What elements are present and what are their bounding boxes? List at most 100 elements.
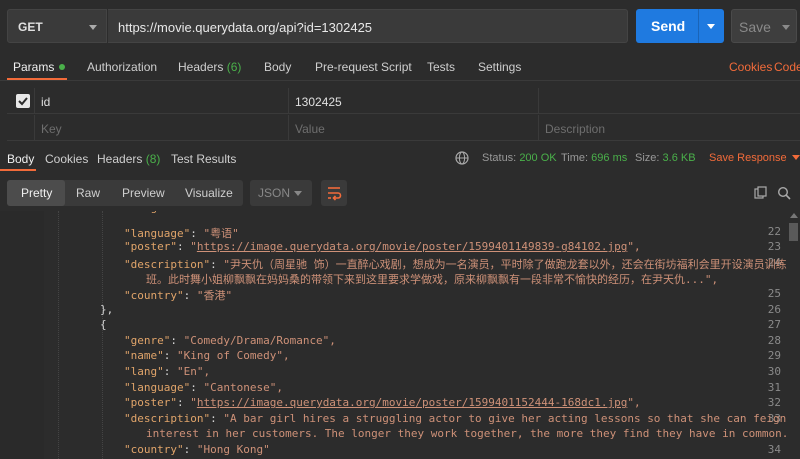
language-select[interactable]: JSON bbox=[250, 180, 312, 206]
punctuation: ", bbox=[627, 396, 641, 410]
format-toolbar: Pretty Raw Preview Visualize JSON bbox=[0, 176, 800, 210]
param-value: 1302425 bbox=[295, 95, 342, 109]
new-description-cell[interactable]: Description bbox=[538, 115, 800, 141]
code-line: "genre": "Comedy/Drama/Romance", bbox=[124, 334, 336, 347]
code-line: "name": "King of Comedy", bbox=[124, 349, 290, 362]
copy-icon[interactable] bbox=[754, 186, 768, 200]
line-number: 29 bbox=[767, 349, 781, 363]
new-value-cell[interactable]: Value bbox=[288, 115, 540, 141]
response-tab-test-results[interactable]: Test Results bbox=[171, 152, 236, 166]
send-label: Send bbox=[651, 18, 686, 34]
tab-params[interactable]: Params bbox=[13, 60, 66, 74]
url-input[interactable]: https://movie.querydata.org/api?id=13024… bbox=[108, 9, 628, 43]
json-link[interactable]: https://image.querydata.org/movie/poster… bbox=[197, 396, 627, 409]
search-icon[interactable] bbox=[777, 186, 791, 200]
vertical-scrollbar[interactable] bbox=[787, 211, 800, 459]
code-line: "lang": "En", bbox=[124, 365, 210, 378]
save-options-chevron-icon[interactable] bbox=[782, 25, 790, 30]
request-bar: GET https://movie.querydata.org/api?id=1… bbox=[0, 0, 800, 53]
code-line: "country": "Hong Kong" bbox=[124, 443, 270, 456]
params-table: id 1302425 Key Value Description bbox=[0, 88, 800, 142]
punctuation: ", bbox=[627, 240, 641, 254]
line-number: 34 bbox=[767, 443, 781, 456]
save-response-button[interactable]: Save Response bbox=[709, 152, 800, 164]
json-link[interactable]: https://image.querydata.org/movie/poster… bbox=[197, 240, 627, 253]
tab-prerequest-script[interactable]: Pre-request Script bbox=[315, 60, 412, 74]
response-body-viewer[interactable]: "lang": "Yu" 22 "language": "粤语" 23 "poster"… bbox=[0, 211, 787, 459]
scroll-thumb[interactable] bbox=[789, 223, 798, 241]
new-key-cell[interactable]: Key bbox=[34, 115, 291, 141]
wrap-icon bbox=[328, 187, 342, 201]
code-line: "language": "粤语" bbox=[124, 225, 239, 241]
json-value: "A bar girl hires a struggling actor to … bbox=[223, 411, 787, 425]
code-line: "language": "Cantonese", bbox=[124, 381, 283, 394]
url-text: https://movie.querydata.org/api?id=13024… bbox=[118, 20, 373, 35]
response-tab-body[interactable]: Body bbox=[7, 152, 34, 166]
json-key: "country" bbox=[124, 443, 184, 456]
tab-authorization[interactable]: Authorization bbox=[87, 60, 157, 74]
globe-icon[interactable] bbox=[455, 151, 469, 165]
param-row-empty: Key Value Description bbox=[7, 115, 800, 141]
line-number: 22 bbox=[767, 224, 781, 238]
tab-tests[interactable]: Tests bbox=[427, 60, 455, 74]
json-value: "香港" bbox=[196, 289, 233, 302]
json-value: "Cantonese", bbox=[203, 380, 283, 394]
param-key: id bbox=[41, 95, 51, 109]
code-line: { bbox=[100, 318, 107, 331]
json-value: "En", bbox=[177, 365, 211, 378]
json-key: "lang" bbox=[124, 365, 164, 378]
time-value: 696 ms bbox=[591, 152, 628, 164]
punctuation: : bbox=[170, 333, 184, 347]
line-number: 25 bbox=[767, 287, 781, 300]
view-mode-group: Pretty Raw Preview Visualize bbox=[7, 180, 243, 206]
line-number: 23 bbox=[767, 240, 781, 254]
json-key: "language" bbox=[124, 226, 191, 240]
code-link[interactable]: Code bbox=[774, 60, 800, 74]
param-description-cell[interactable] bbox=[538, 88, 800, 114]
chevron-down-icon bbox=[89, 25, 97, 30]
param-enabled-checkbox[interactable] bbox=[16, 94, 30, 108]
key-placeholder: Key bbox=[41, 122, 62, 136]
wrap-lines-button[interactable] bbox=[321, 180, 347, 206]
chevron-down-icon bbox=[294, 191, 302, 196]
param-row: id 1302425 bbox=[7, 88, 800, 114]
response-tab-headers[interactable]: Headers (8) bbox=[97, 152, 160, 166]
checkmark-icon bbox=[18, 97, 28, 106]
language-label: JSON bbox=[258, 186, 291, 200]
tab-body[interactable]: Body bbox=[264, 60, 291, 74]
send-options-chevron-icon[interactable] bbox=[707, 24, 715, 29]
headers-count: (6) bbox=[226, 60, 242, 74]
json-key: "description" bbox=[124, 411, 211, 425]
send-divider bbox=[698, 9, 699, 43]
json-key: "name" bbox=[124, 349, 164, 363]
indent-guide bbox=[102, 211, 103, 459]
value-placeholder: Value bbox=[295, 122, 325, 136]
tab-settings[interactable]: Settings bbox=[478, 60, 521, 74]
param-value-cell[interactable]: 1302425 bbox=[288, 88, 540, 114]
status-indicator: Status: 200 OK bbox=[482, 152, 557, 164]
json-value: "粤语" bbox=[203, 226, 239, 240]
json-key: "genre" bbox=[124, 333, 171, 347]
punctuation: : bbox=[210, 257, 224, 271]
description-placeholder: Description bbox=[545, 122, 606, 136]
pretty-button[interactable]: Pretty bbox=[21, 186, 52, 200]
tab-headers[interactable]: Headers (6) bbox=[178, 60, 241, 74]
code-line: "poster": "https://image.querydata.org/m… bbox=[124, 396, 641, 409]
scroll-up-arrow-icon[interactable] bbox=[790, 213, 798, 218]
cookies-link[interactable]: Cookies bbox=[729, 60, 772, 74]
line-number: 26 bbox=[767, 302, 781, 316]
send-button[interactable]: Send bbox=[636, 9, 724, 43]
visualize-button[interactable]: Visualize bbox=[185, 186, 233, 200]
save-button[interactable]: Save bbox=[731, 9, 797, 43]
punctuation: : bbox=[164, 211, 177, 214]
line-number: 32 bbox=[767, 396, 781, 410]
response-tab-cookies[interactable]: Cookies bbox=[45, 152, 88, 166]
json-value: "Hong Kong" bbox=[196, 443, 270, 456]
method-select[interactable]: GET bbox=[7, 9, 107, 43]
param-key-cell[interactable]: id bbox=[34, 88, 291, 114]
time-indicator: Time: 696 ms bbox=[561, 152, 628, 164]
json-value: "King of Comedy", bbox=[177, 349, 290, 363]
punctuation: : bbox=[163, 349, 177, 363]
preview-button[interactable]: Preview bbox=[122, 186, 165, 200]
raw-button[interactable]: Raw bbox=[76, 186, 100, 200]
